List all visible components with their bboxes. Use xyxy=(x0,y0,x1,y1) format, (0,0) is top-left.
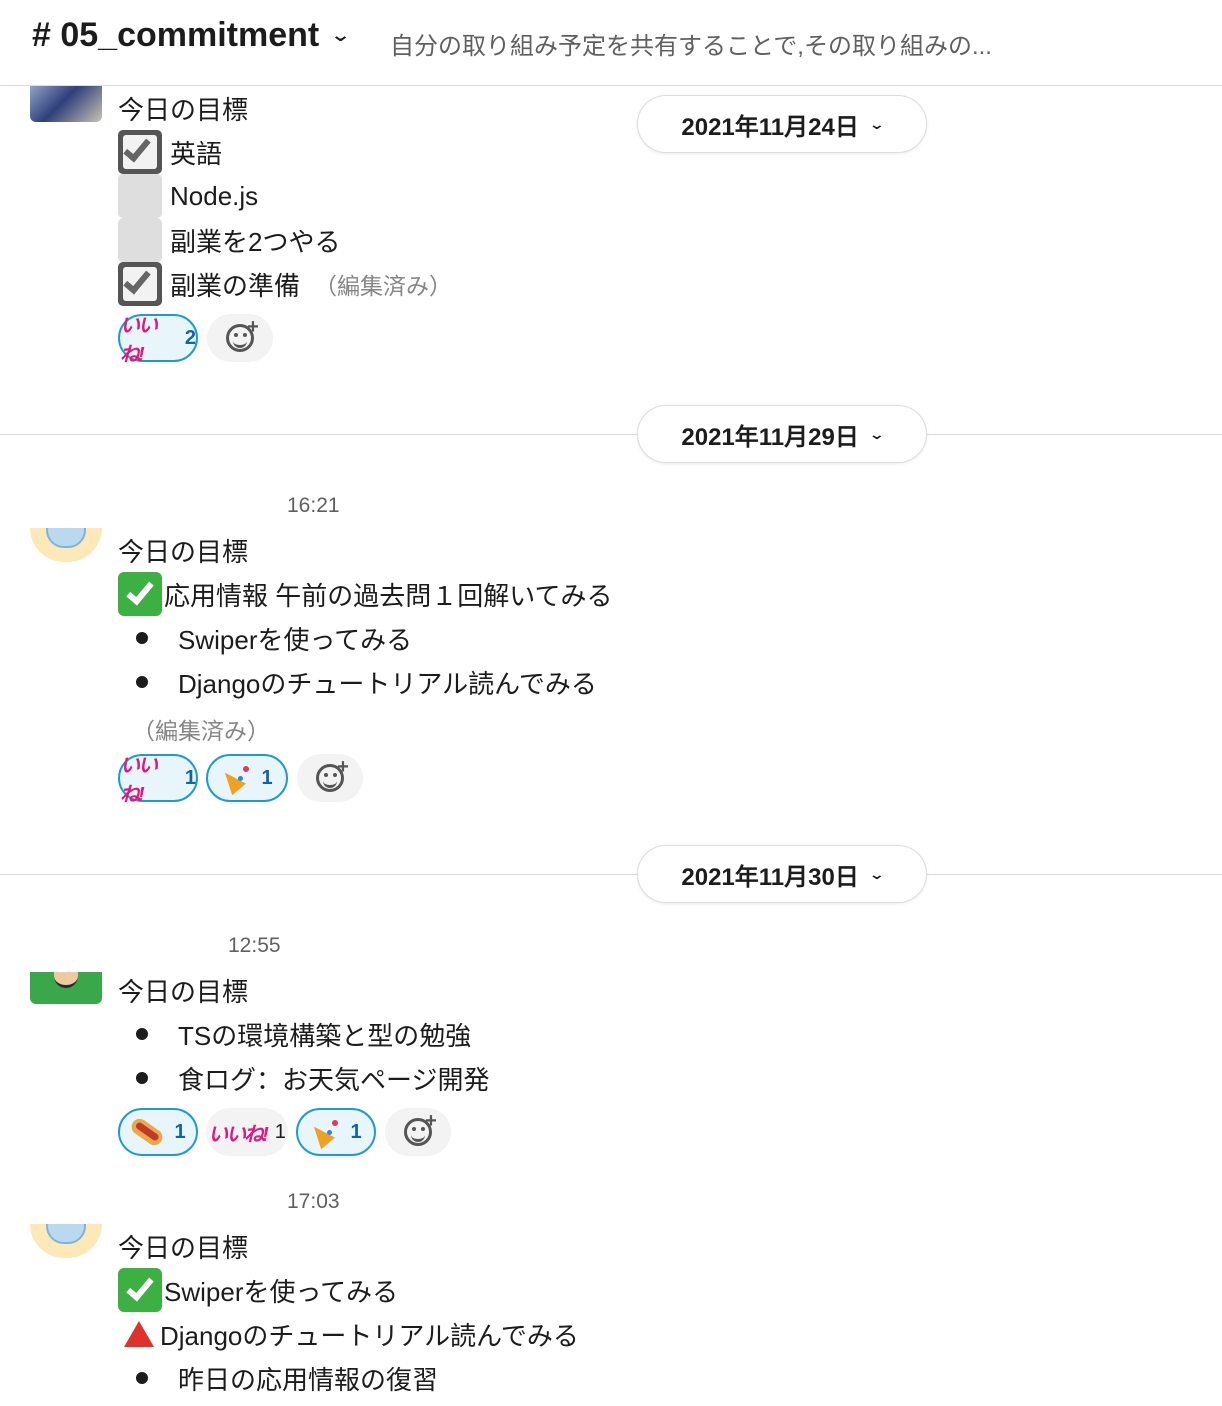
channel-name: # 05_commitment xyxy=(32,16,320,54)
iine-icon: いいね! xyxy=(120,315,158,366)
list-item: 食ログ：お天気ページ開発 xyxy=(118,1058,489,1098)
date-label: 2021年11月29日 xyxy=(681,423,859,451)
date-divider xyxy=(0,434,1222,435)
date-label: 2021年11月24日 xyxy=(681,113,859,141)
bullet-icon xyxy=(136,1372,148,1384)
message-timestamp[interactable]: 12:55 xyxy=(228,934,281,958)
checkbox-empty-icon xyxy=(118,218,162,262)
avatar[interactable] xyxy=(30,972,102,1004)
reaction-iine[interactable]: いいね! 2 xyxy=(118,314,198,366)
chevron-down-icon: ⌄ xyxy=(868,115,885,132)
avatar[interactable] xyxy=(30,86,102,122)
edited-label: （編集済み） xyxy=(132,718,270,744)
checkbox-empty-icon xyxy=(118,174,162,218)
reaction-count: 1 xyxy=(184,766,196,789)
chevron-down-icon: ⌄ xyxy=(330,25,352,45)
bullet-icon xyxy=(136,1072,148,1084)
message-title: 今日の目標 xyxy=(118,976,249,1007)
date-jump-button[interactable]: 2021年11月29日 ⌄ xyxy=(637,405,927,463)
add-reaction-button[interactable]: + xyxy=(207,314,273,362)
list-item: Swiperを使ってみる xyxy=(118,1268,398,1312)
date-divider xyxy=(0,874,1222,875)
list-item: 昨日の応用情報の復習 xyxy=(118,1358,438,1398)
reaction-count: 1 xyxy=(350,1120,362,1143)
hotdog-icon xyxy=(128,1115,166,1149)
bullet-icon xyxy=(136,632,148,644)
message-title: 今日の目標 xyxy=(118,536,249,567)
chevron-down-icon: ⌄ xyxy=(868,865,885,882)
red-triangle-icon xyxy=(124,1321,154,1347)
add-reaction-button[interactable]: + xyxy=(385,1108,451,1156)
list-item: Swiperを使ってみる xyxy=(118,618,412,658)
list-item: Djangoのチュートリアル読んでみる xyxy=(118,662,597,702)
reaction-party[interactable]: 1 xyxy=(206,754,288,802)
message-timestamp[interactable]: 17:03 xyxy=(287,1190,340,1214)
message-title: 今日の目標 xyxy=(118,1232,249,1263)
list-item: 副業の準備 （編集済み） xyxy=(118,262,453,306)
chevron-down-icon: ⌄ xyxy=(868,425,885,442)
message-timestamp[interactable]: 16:21 xyxy=(287,494,340,518)
list-item: Node.js xyxy=(118,174,258,218)
bullet-icon xyxy=(136,676,148,688)
date-jump-button[interactable]: 2021年11月24日 ⌄ xyxy=(637,95,927,153)
bullet-icon xyxy=(136,1028,148,1040)
list-item: 英語 xyxy=(118,130,222,174)
iine-icon: いいね! xyxy=(208,1123,269,1146)
reaction-party[interactable]: 1 xyxy=(296,1108,376,1156)
add-reaction-button[interactable]: + xyxy=(297,754,363,802)
list-item: TSの環境構築と型の勉強 xyxy=(118,1014,471,1054)
edited-label: （編集済み） xyxy=(314,273,453,299)
reaction-count: 1 xyxy=(261,766,273,789)
avatar[interactable] xyxy=(30,528,102,562)
party-popper-icon xyxy=(307,1118,340,1150)
reaction-iine[interactable]: いいね! 1 xyxy=(118,754,198,806)
reaction-iine[interactable]: いいね! 1 xyxy=(206,1108,288,1156)
date-label: 2021年11月30日 xyxy=(681,863,859,891)
reaction-count: 2 xyxy=(184,326,196,349)
list-item: 副業を2つやる xyxy=(118,218,340,262)
list-item: Djangoのチュートリアル読んでみる xyxy=(118,1314,579,1354)
list-item: 応用情報 午前の過去問１回解いてみる xyxy=(118,572,612,616)
checkbox-checked-icon xyxy=(118,262,162,306)
reaction-count: 1 xyxy=(174,1120,186,1143)
channel-header: # 05_commitment ⌄ 自分の取り組み予定を共有することで,その取り… xyxy=(0,0,1222,86)
channel-name-button[interactable]: # 05_commitment ⌄ xyxy=(32,16,352,55)
reaction-count: 1 xyxy=(274,1120,286,1143)
white-check-mark-icon xyxy=(118,572,162,616)
date-jump-button[interactable]: 2021年11月30日 ⌄ xyxy=(637,845,927,903)
checkbox-checked-icon xyxy=(118,130,162,174)
avatar[interactable] xyxy=(30,1224,102,1258)
white-check-mark-icon xyxy=(118,1268,162,1312)
reaction-hotdog[interactable]: 1 xyxy=(118,1108,198,1156)
message-title: 今日の目標 xyxy=(118,94,249,125)
party-popper-icon xyxy=(218,764,251,796)
iine-icon: いいね! xyxy=(120,755,158,806)
channel-topic[interactable]: 自分の取り組み予定を共有することで,その取り組みの... xyxy=(390,26,992,61)
